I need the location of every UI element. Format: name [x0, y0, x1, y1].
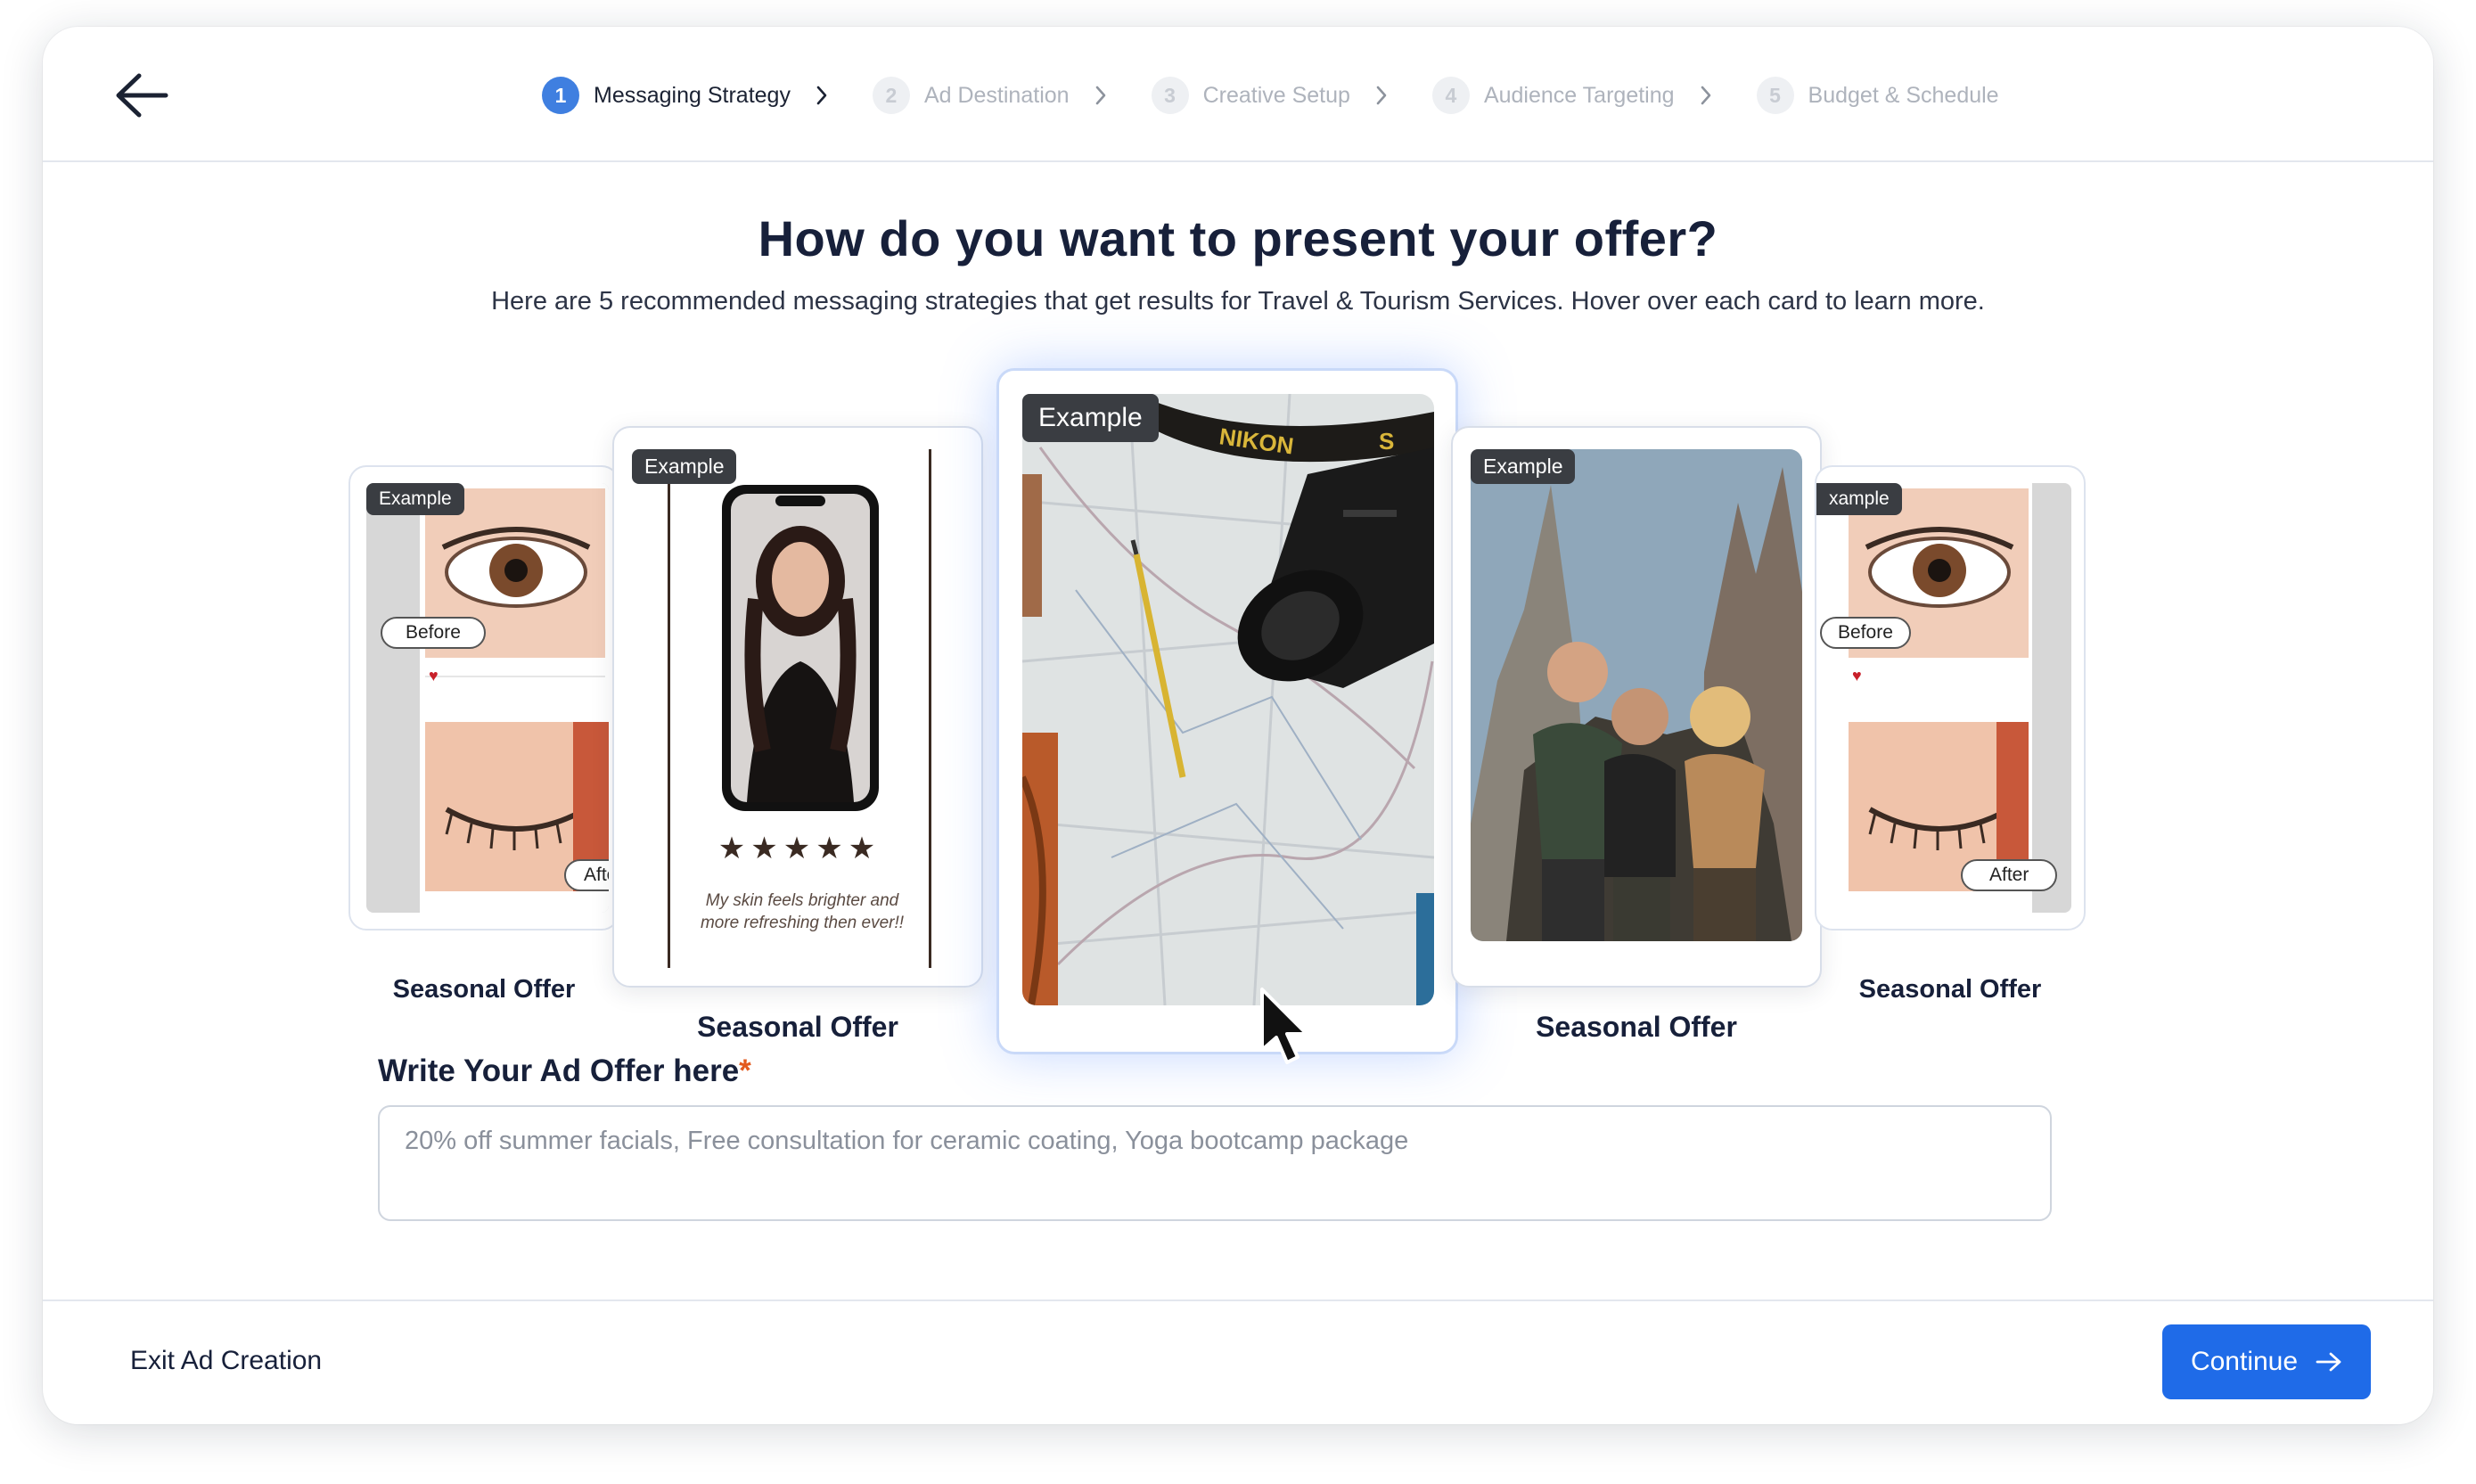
- arrow-left-icon: [116, 73, 168, 118]
- step-progress: 1 Messaging Strategy 2 Ad Destination 3 …: [542, 73, 2038, 118]
- step-number: 1: [542, 77, 579, 114]
- before-after-image: ♥: [1816, 483, 2032, 913]
- step-budget-schedule[interactable]: 5 Budget & Schedule: [1756, 77, 1999, 114]
- chevron-right-icon: [1700, 86, 1718, 105]
- example-badge: Example: [1022, 394, 1159, 442]
- example-badge: Example: [1471, 449, 1576, 484]
- strategy-card-4[interactable]: Example: [1451, 426, 1822, 988]
- step-creative-setup[interactable]: 3 Creative Setup: [1151, 77, 1393, 114]
- top-bar: 1 Messaging Strategy 2 Ad Destination 3 …: [43, 27, 2433, 162]
- bottom-bar: Exit Ad Creation Continue: [43, 1300, 2433, 1424]
- phone-image: [722, 485, 879, 811]
- strategy-card-2[interactable]: Example ★★★★★ My skin feels brighter and…: [612, 426, 983, 988]
- back-button[interactable]: [111, 64, 173, 127]
- ad-offer-input[interactable]: [378, 1105, 2052, 1221]
- card-preview: [1471, 449, 1802, 941]
- step-label: Creative Setup: [1202, 82, 1350, 108]
- page-subtitle: Here are 5 recommended messaging strateg…: [491, 287, 1985, 316]
- chevron-right-icon: [1375, 86, 1393, 105]
- offer-field-label: Write Your Ad Offer here*: [378, 1054, 751, 1089]
- card-preview: ★★★★★ My skin feels brighter and more re…: [668, 449, 931, 968]
- mouse-cursor-icon: [1260, 988, 1308, 1064]
- exit-ad-creation-link[interactable]: Exit Ad Creation: [130, 1346, 322, 1376]
- step-number: 2: [872, 77, 910, 114]
- step-ad-destination[interactable]: 2 Ad Destination: [872, 77, 1112, 114]
- step-label: Ad Destination: [923, 82, 1070, 108]
- example-badge: Example: [366, 483, 464, 515]
- step-number: 3: [1151, 77, 1189, 114]
- card-preview: ♥ Before After: [1816, 483, 2071, 913]
- step-label: Audience Targeting: [1483, 82, 1675, 108]
- rating-stars: ★★★★★: [717, 832, 881, 865]
- before-tag: Before: [1820, 617, 1911, 649]
- strategy-card-1[interactable]: Example ♥ Before After: [348, 465, 619, 931]
- card-preview: ♥ Before After: [366, 483, 609, 913]
- continue-button[interactable]: Continue: [2162, 1324, 2371, 1399]
- step-label: Budget & Schedule: [1808, 82, 1999, 108]
- testimonial-quote: My skin feels brighter and more refreshi…: [700, 891, 905, 932]
- strategy-card-5-label: Seasonal Offer: [1858, 975, 2042, 1004]
- strategy-card-1-label: Seasonal Offer: [392, 975, 576, 1004]
- step-messaging-strategy[interactable]: 1 Messaging Strategy: [542, 77, 833, 114]
- strategy-card-5[interactable]: ♥ Before After xample: [1815, 465, 2086, 931]
- example-badge: Example: [632, 449, 737, 484]
- strategy-card-2-label: Seasonal Offer: [697, 1011, 898, 1043]
- strategy-card-4-label: Seasonal Offer: [1536, 1011, 1737, 1043]
- card-preview: NIKON S: [1022, 394, 1434, 1005]
- svg-text:♥: ♥: [429, 667, 439, 685]
- svg-text:S: S: [1379, 428, 1394, 455]
- app-window: 1 Messaging Strategy 2 Ad Destination 3 …: [43, 27, 2433, 1424]
- example-badge: xample: [1816, 483, 1902, 515]
- after-tag: After: [1961, 859, 2058, 891]
- step-number: 5: [1756, 77, 1794, 114]
- travel-map-image: NIKON S: [1022, 394, 1434, 1005]
- step-audience-targeting[interactable]: 4 Audience Targeting: [1431, 77, 1718, 114]
- step-number: 4: [1431, 77, 1470, 114]
- step-label: Messaging Strategy: [594, 82, 791, 108]
- svg-text:♥: ♥: [1852, 667, 1862, 685]
- after-tag: After: [564, 859, 609, 891]
- page-title: How do you want to present your offer?: [758, 210, 1718, 266]
- chevron-right-icon: [1095, 86, 1112, 105]
- strategy-card-3[interactable]: NIKON S Example: [996, 368, 1458, 1054]
- before-tag: Before: [381, 617, 486, 649]
- offer-field-label-text: Write Your Ad Offer here: [378, 1054, 740, 1088]
- before-after-image: ♥: [420, 483, 609, 913]
- hikers-image: [1471, 449, 1802, 941]
- arrow-right-icon: [2316, 1351, 2342, 1373]
- chevron-right-icon: [816, 86, 833, 105]
- continue-button-label: Continue: [2190, 1347, 2299, 1376]
- required-mark: *: [739, 1054, 751, 1088]
